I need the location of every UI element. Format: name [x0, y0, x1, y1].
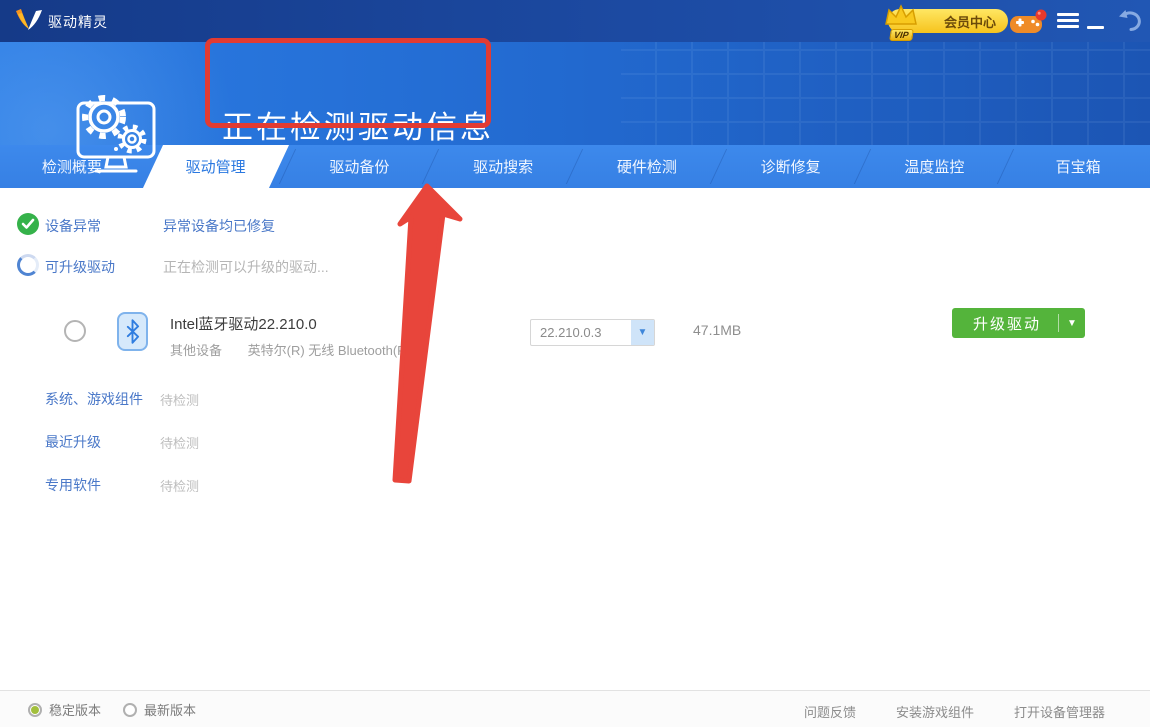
status-row-upgradable: 可升级驱动 正在检测可以升级的驱动... — [0, 253, 1150, 279]
vip-member-button[interactable]: VIP 会员中心 — [888, 9, 1008, 33]
status-row-device-abnormal: 设备异常 异常设备均已修复 — [0, 212, 1150, 238]
tab-driver-search[interactable]: 驱动搜索 — [431, 145, 575, 188]
tab-toolbox[interactable]: 百宝箱 — [1006, 145, 1150, 188]
gear-large — [85, 98, 123, 136]
feedback-link[interactable]: 问题反馈 — [804, 702, 856, 721]
driver-category: 其他设备 — [170, 343, 222, 358]
bluetooth-icon — [117, 312, 148, 351]
category-row-system-game: 系统、游戏组件 待检测 — [0, 389, 1150, 411]
undo-back-icon[interactable] — [1116, 8, 1144, 34]
footer-links: 问题反馈 安装游戏组件 打开设备管理器 — [804, 702, 1105, 721]
app-logo-icon — [14, 8, 44, 34]
version-dropdown-icon[interactable]: ▼ — [631, 320, 654, 345]
open-device-manager-link[interactable]: 打开设备管理器 — [1014, 702, 1105, 721]
category-label: 最近升级 — [45, 432, 101, 452]
annotation-red-box — [205, 38, 491, 128]
main-content: 设备异常 异常设备均已修复 可升级驱动 正在检测可以升级的驱动... Intel… — [0, 188, 1150, 690]
device-abnormal-label: 设备异常 — [45, 216, 101, 236]
category-label: 专用软件 — [45, 475, 101, 495]
driver-device-name: 英特尔(R) 无线 Bluetooth(R) — [248, 343, 411, 358]
category-status: 待检测 — [160, 476, 199, 495]
game-center-icon[interactable] — [1008, 8, 1050, 36]
driver-subtitle: 其他设备 英特尔(R) 无线 Bluetooth(R) — [170, 340, 411, 359]
titlebar: 驱动精灵 VIP 会员中心 — [0, 0, 1150, 42]
version-select[interactable]: 22.210.0.3 ▼ — [530, 319, 655, 346]
version-value: 22.210.0.3 — [531, 320, 631, 345]
app-name: 驱动精灵 — [48, 12, 108, 32]
radio-latest-version[interactable]: 最新版本 — [123, 700, 196, 719]
tabbar: 检测概要 驱动管理 驱动备份 驱动搜索 硬件检测 诊断修复 温度监控 百宝箱 — [0, 145, 1150, 188]
category-status: 待检测 — [160, 433, 199, 452]
driver-size: 47.1MB — [693, 322, 741, 338]
radio-unselected-icon — [123, 703, 137, 717]
member-center-label: 会员中心 — [944, 12, 996, 31]
device-abnormal-status: 异常设备均已修复 — [163, 216, 275, 236]
monitor-gears-icon — [70, 87, 166, 177]
vip-text: VIP — [889, 29, 913, 41]
upgrade-button-label: 升级驱动 — [952, 313, 1058, 334]
upgradable-label: 可升级驱动 — [45, 257, 115, 277]
upgradable-status: 正在检测可以升级的驱动... — [163, 257, 329, 277]
category-row-recent-upgrade: 最近升级 待检测 — [0, 432, 1150, 454]
tab-driver-backup[interactable]: 驱动备份 — [288, 145, 432, 188]
tab-hardware-detection[interactable]: 硬件检测 — [575, 145, 719, 188]
upgrade-driver-button[interactable]: 升级驱动 ▼ — [952, 308, 1085, 338]
minimize-icon[interactable] — [1087, 26, 1104, 29]
gear-small — [120, 127, 144, 151]
radio-stable-version[interactable]: 稳定版本 — [28, 700, 101, 719]
upgrade-dropdown-icon[interactable]: ▼ — [1059, 318, 1085, 329]
footer: 稳定版本 最新版本 问题反馈 安装游戏组件 打开设备管理器 — [0, 690, 1150, 727]
category-label: 系统、游戏组件 — [45, 389, 143, 409]
tab-diagnose-repair[interactable]: 诊断修复 — [719, 145, 863, 188]
category-row-dedicated-software: 专用软件 待检测 — [0, 475, 1150, 497]
driver-checkbox[interactable] — [64, 320, 86, 342]
driver-genius-window: 驱动精灵 VIP 会员中心 — [0, 0, 1150, 727]
install-game-components-link[interactable]: 安装游戏组件 — [896, 702, 974, 721]
category-status: 待检测 — [160, 390, 199, 409]
driver-row-bluetooth: Intel蓝牙驱动22.210.0 其他设备 英特尔(R) 无线 Bluetoo… — [0, 307, 1150, 367]
version-radio-group: 稳定版本 最新版本 — [28, 700, 196, 719]
driver-title: Intel蓝牙驱动22.210.0 — [170, 313, 317, 334]
loading-spinner-icon — [17, 254, 39, 276]
hamburger-menu-icon[interactable] — [1057, 13, 1079, 29]
check-circle-icon — [17, 213, 39, 235]
radio-selected-icon — [28, 703, 42, 717]
banner: 正在检测驱动信息 — [0, 42, 1150, 145]
tab-temperature-monitor[interactable]: 温度监控 — [863, 145, 1007, 188]
